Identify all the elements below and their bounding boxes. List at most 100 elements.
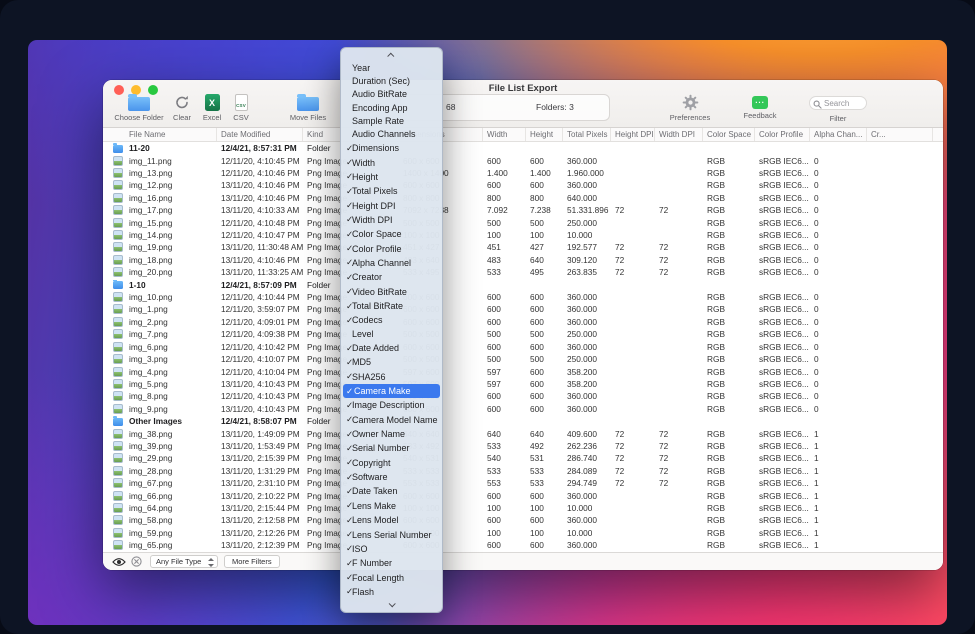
table-row[interactable]: img_14.png 12/11/20, 4:10:47 PM Png Imag…: [103, 229, 943, 241]
column-header-color-profile[interactable]: Color Profile: [755, 128, 810, 141]
table-row[interactable]: img_67.png 13/11/20, 2:31:10 PM Png Imag…: [103, 477, 943, 489]
menu-item[interactable]: Lens Model: [341, 513, 442, 527]
menu-item[interactable]: Encoding App: [341, 101, 442, 114]
table-row[interactable]: img_20.png 13/11/20, 11:33:25 AM Png Ima…: [103, 266, 943, 278]
table-row[interactable]: img_6.png 12/11/20, 4:10:42 PM Png Image…: [103, 341, 943, 353]
clear-filter-button[interactable]: [131, 556, 142, 567]
menu-item[interactable]: Focal Length: [341, 570, 442, 584]
menu-item[interactable]: Date Added: [341, 341, 442, 355]
table-row[interactable]: img_5.png 13/11/20, 4:10:43 PM Png Image…: [103, 378, 943, 390]
column-header-height-dpi[interactable]: Height DPI: [611, 128, 655, 141]
visibility-toggle[interactable]: [112, 557, 126, 567]
menu-item[interactable]: MD5: [341, 355, 442, 369]
menu-item[interactable]: Dimensions: [341, 141, 442, 155]
menu-item[interactable]: Copyright: [341, 456, 442, 470]
column-header-file-name[interactable]: File Name: [113, 128, 217, 141]
menu-item[interactable]: Owner Name: [341, 427, 442, 441]
table-row[interactable]: Other Images 12/4/21, 8:58:07 PM Folder: [103, 415, 943, 427]
column-header-color-space[interactable]: Color Space: [703, 128, 755, 141]
menu-item[interactable]: ISO: [341, 542, 442, 556]
menu-item[interactable]: Level: [341, 328, 442, 341]
menu-item[interactable]: Height: [341, 170, 442, 184]
menu-item[interactable]: Camera Make: [343, 384, 440, 398]
table-row[interactable]: img_59.png 13/11/20, 2:12:26 PM Png Imag…: [103, 527, 943, 539]
menu-scroll-up[interactable]: [341, 50, 442, 61]
column-header-height[interactable]: Height: [526, 128, 563, 141]
menu-scroll-down[interactable]: [341, 599, 442, 610]
menu-item[interactable]: Alpha Channel: [341, 256, 442, 270]
table-row[interactable]: img_29.png 13/11/20, 2:15:39 PM Png Imag…: [103, 452, 943, 464]
table-row[interactable]: img_3.png 12/11/20, 4:10:07 PM Png Image…: [103, 353, 943, 365]
menu-item[interactable]: Duration (Sec): [341, 74, 442, 87]
table-row[interactable]: img_8.png 12/11/20, 4:10:43 PM Png Image…: [103, 390, 943, 402]
menu-item[interactable]: SHA256: [341, 370, 442, 384]
table-row[interactable]: img_11.png 12/11/20, 4:10:45 PM Png Imag…: [103, 154, 943, 166]
table-row[interactable]: img_1.png 12/11/20, 3:59:07 PM Png Image…: [103, 303, 943, 315]
total-pixels-value: 284.089: [563, 466, 611, 476]
menu-item[interactable]: Height DPI: [341, 198, 442, 212]
table-row[interactable]: img_19.png 13/11/20, 11:30:48 AM Png Ima…: [103, 241, 943, 253]
menu-item[interactable]: Year: [341, 61, 442, 74]
move-files-button[interactable]: Move Files: [281, 94, 335, 122]
menu-item[interactable]: Flash: [341, 585, 442, 599]
menu-item[interactable]: Lens Serial Number: [341, 527, 442, 541]
menu-item[interactable]: Creator: [341, 270, 442, 284]
menu-item[interactable]: Camera Model Name: [341, 413, 442, 427]
menu-item[interactable]: Sample Rate: [341, 114, 442, 127]
table-row[interactable]: img_18.png 13/11/20, 4:10:46 PM Png Imag…: [103, 254, 943, 266]
filter-label[interactable]: Filter: [809, 114, 867, 123]
width-value: 100: [483, 230, 526, 240]
table-row[interactable]: img_9.png 13/11/20, 4:10:43 PM Png Image…: [103, 403, 943, 415]
table-row[interactable]: img_13.png 12/11/20, 4:10:46 PM Png Imag…: [103, 167, 943, 179]
menu-item[interactable]: Serial Number: [341, 441, 442, 455]
search-input[interactable]: [824, 97, 866, 109]
column-header-date-modified[interactable]: Date Modified: [217, 128, 303, 141]
menu-item[interactable]: Lens Make: [341, 499, 442, 513]
menu-item[interactable]: Audio BitRate: [341, 88, 442, 101]
table-row[interactable]: img_16.png 13/11/20, 4:10:46 PM Png Imag…: [103, 192, 943, 204]
file-type-select[interactable]: Any File Type: [150, 555, 218, 568]
table-row[interactable]: 11-20 12/4/21, 8:57:31 PM Folder: [103, 142, 943, 154]
table-row[interactable]: img_7.png 12/11/20, 4:09:38 PM Png Image…: [103, 328, 943, 340]
menu-item[interactable]: Codecs: [341, 313, 442, 327]
table-row[interactable]: img_64.png 13/11/20, 2:15:44 PM Png Imag…: [103, 502, 943, 514]
table-row[interactable]: img_15.png 12/11/20, 4:10:48 PM Png Imag…: [103, 216, 943, 228]
clear-button[interactable]: Clear: [167, 94, 197, 122]
menu-item[interactable]: Date Taken: [341, 484, 442, 498]
search-field[interactable]: [809, 96, 867, 110]
menu-item[interactable]: Total BitRate: [341, 299, 442, 313]
table-row[interactable]: img_65.png 13/11/20, 2:12:39 PM Png Imag…: [103, 539, 943, 551]
table-row[interactable]: img_39.png 13/11/20, 1:53:49 PM Png Imag…: [103, 440, 943, 452]
table-row[interactable]: img_66.png 13/11/20, 2:10:22 PM Png Imag…: [103, 489, 943, 501]
preferences-button[interactable]: Preferences: [666, 94, 714, 122]
table-row[interactable]: img_58.png 13/11/20, 2:12:58 PM Png Imag…: [103, 514, 943, 526]
column-header-width[interactable]: Width: [483, 128, 526, 141]
table-row[interactable]: 1-10 12/4/21, 8:57:09 PM Folder: [103, 278, 943, 290]
menu-item[interactable]: Total Pixels: [341, 184, 442, 198]
choose-folder-button[interactable]: Choose Folder: [111, 94, 167, 122]
more-filters-button[interactable]: More Filters: [224, 555, 280, 568]
column-header-width-dpi[interactable]: Width DPI: [655, 128, 703, 141]
menu-item[interactable]: Width DPI: [341, 213, 442, 227]
menu-item[interactable]: Software: [341, 470, 442, 484]
column-header-alpha-channel[interactable]: Alpha Chan...: [810, 128, 867, 141]
table-row[interactable]: img_17.png 13/11/20, 4:10:33 AM Png Imag…: [103, 204, 943, 216]
menu-item[interactable]: Image Description: [341, 398, 442, 412]
menu-item[interactable]: Audio Channels: [341, 128, 442, 141]
csv-export-button[interactable]: CSV CSV: [227, 94, 255, 122]
table-row[interactable]: img_2.png 12/11/20, 4:09:01 PM Png Image…: [103, 316, 943, 328]
table-row[interactable]: img_4.png 12/11/20, 4:10:04 PM Png Image…: [103, 365, 943, 377]
feedback-button[interactable]: ··· Feedback: [736, 94, 784, 120]
column-header-creator[interactable]: Cr...: [867, 128, 933, 141]
table-row[interactable]: img_38.png 13/11/20, 1:49:09 PM Png Imag…: [103, 427, 943, 439]
table-row[interactable]: img_10.png 12/11/20, 4:10:44 PM Png Imag…: [103, 291, 943, 303]
table-row[interactable]: img_28.png 13/11/20, 1:31:29 PM Png Imag…: [103, 465, 943, 477]
menu-item[interactable]: Width: [341, 155, 442, 169]
menu-item[interactable]: F Number: [341, 556, 442, 570]
menu-item[interactable]: Video BitRate: [341, 285, 442, 299]
menu-item[interactable]: Color Space: [341, 227, 442, 241]
excel-export-button[interactable]: X Excel: [197, 94, 227, 122]
table-row[interactable]: img_12.png 13/11/20, 4:10:46 PM Png Imag…: [103, 179, 943, 191]
menu-item[interactable]: Color Profile: [341, 241, 442, 255]
column-header-total-pixels[interactable]: Total Pixels: [563, 128, 611, 141]
